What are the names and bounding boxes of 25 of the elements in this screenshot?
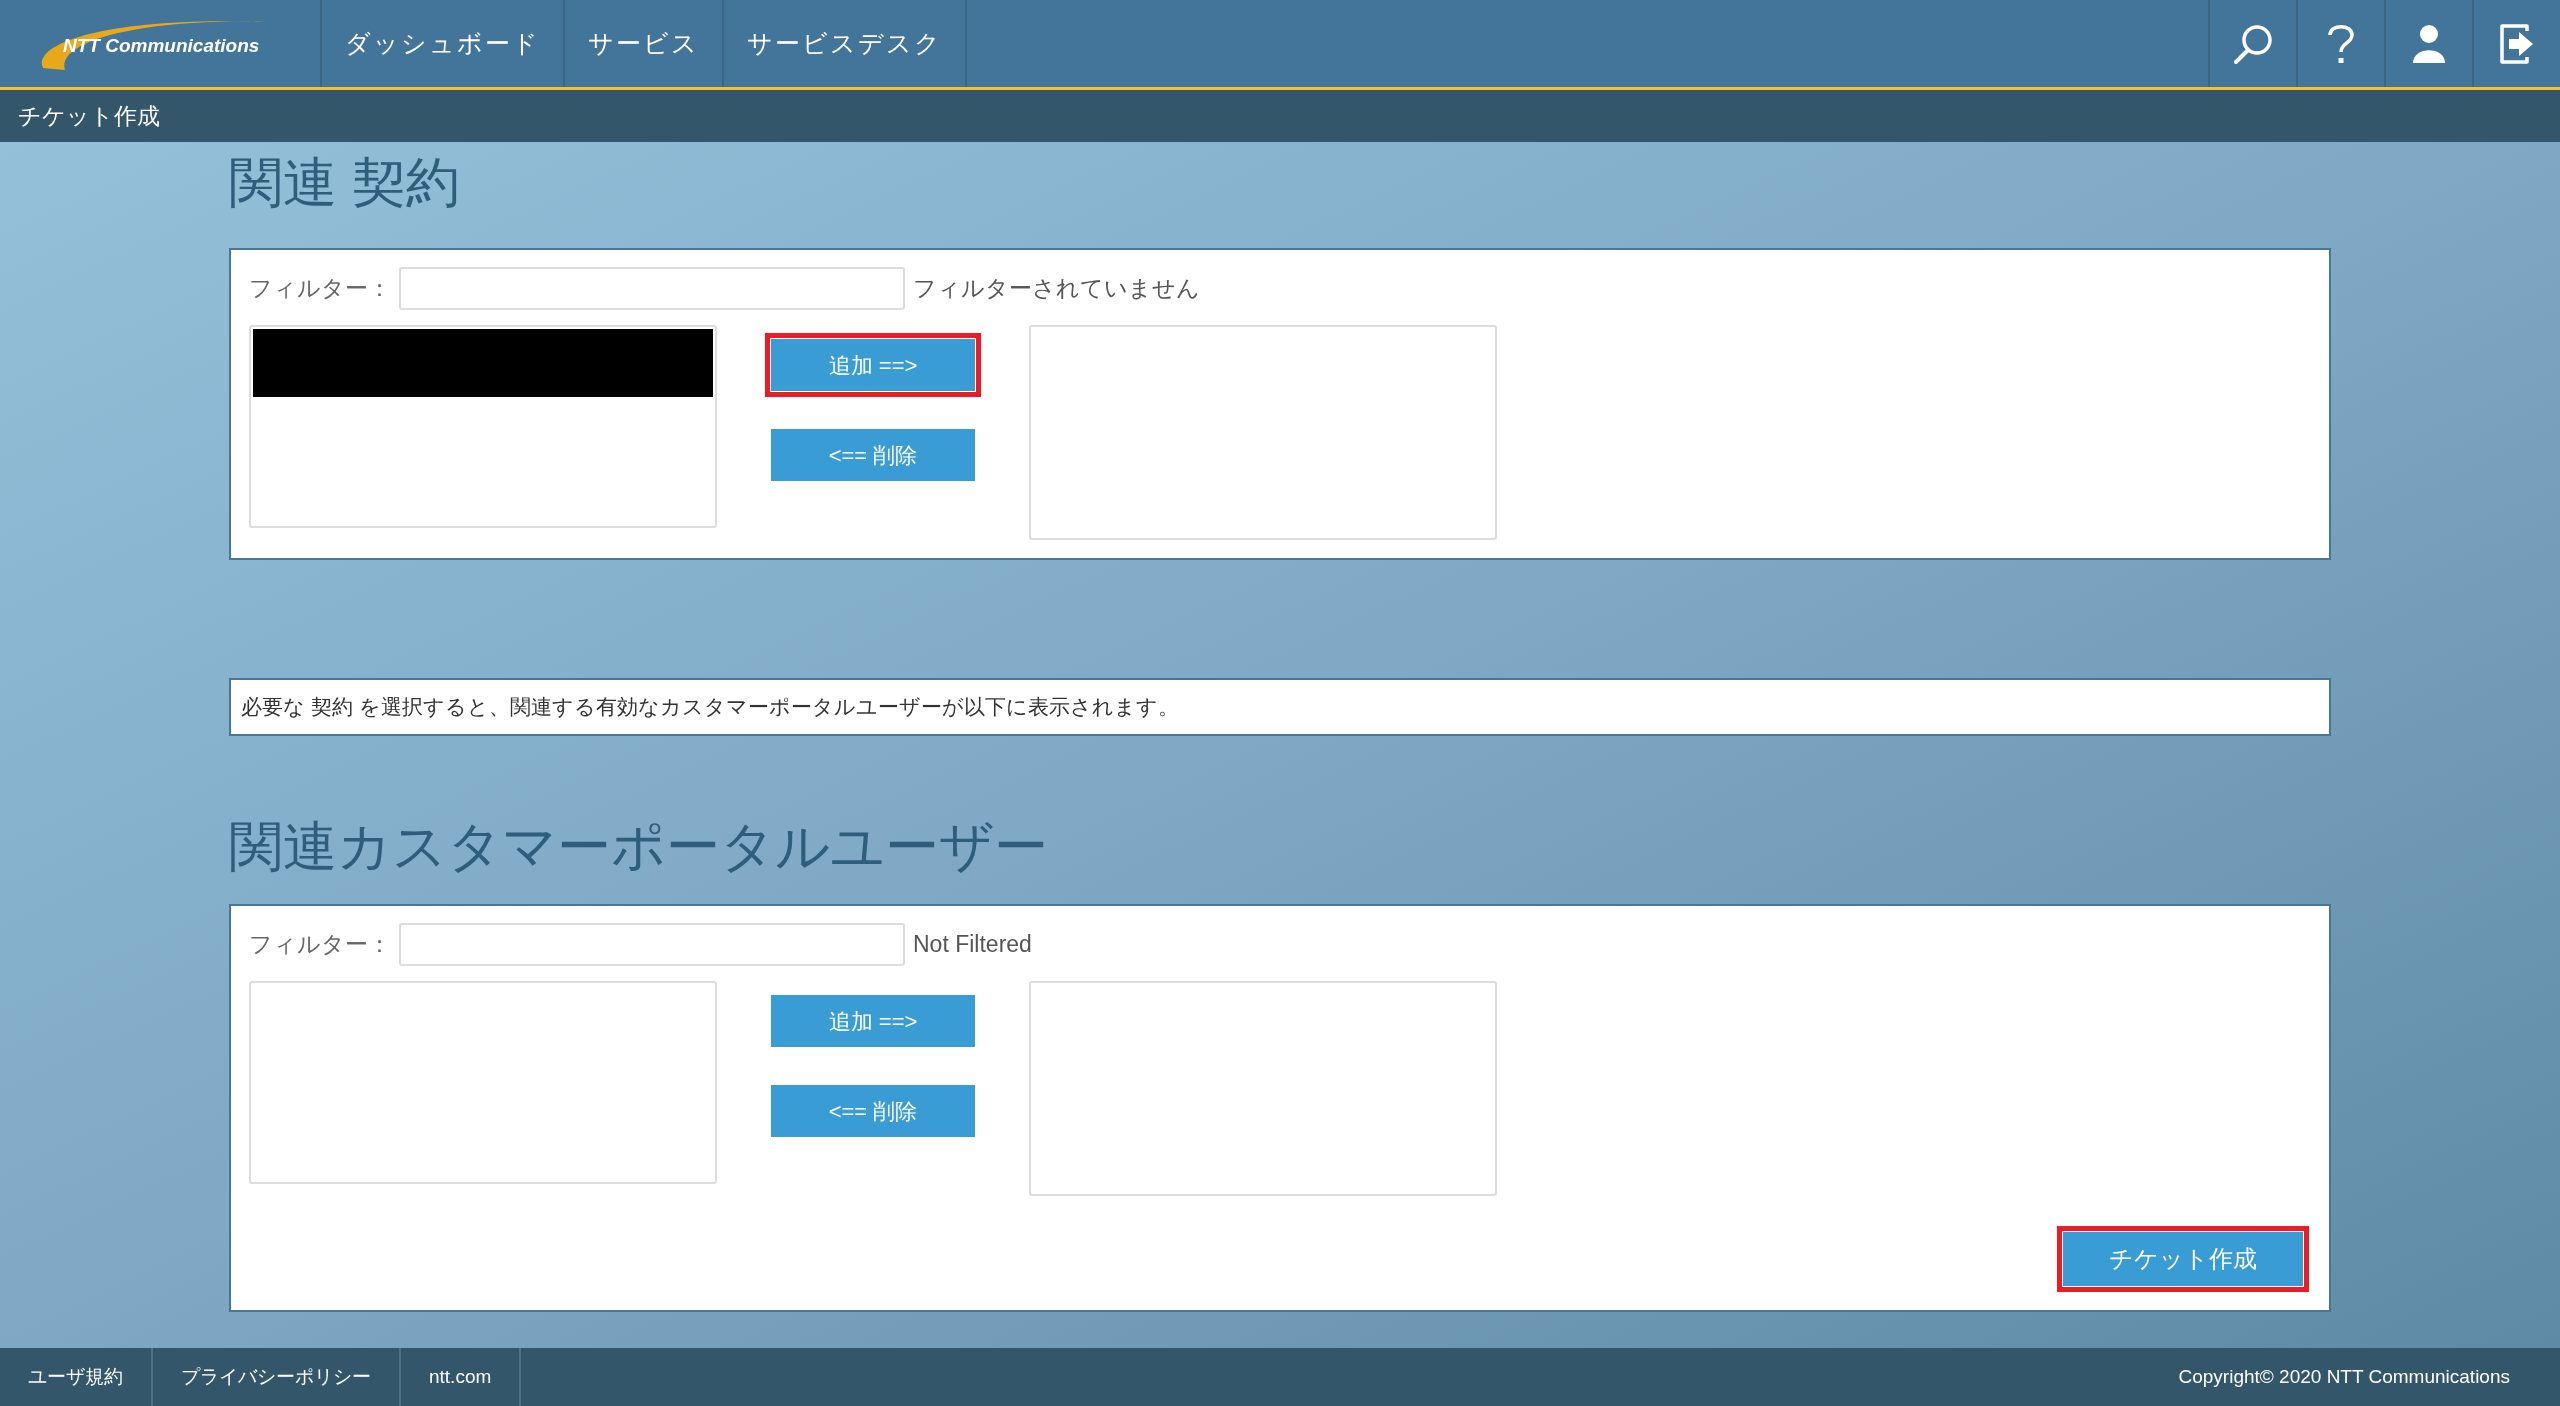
list-box[interactable] [249,325,717,528]
filter-field[interactable] [399,267,905,310]
filter-field[interactable] [399,923,905,966]
user-icon [2412,23,2446,64]
nav-link[interactable]: サービスデスク [724,0,967,87]
filter-status: フィルターされていません [913,274,1200,304]
nav-link[interactable]: サービス [565,0,724,87]
logout-icon [2499,22,2535,65]
remove-button[interactable]: <== 削除 [771,1085,975,1137]
copyright-text: Copyright© 2020 NTT Communications [2178,1364,2511,1389]
page-title: チケット作成 [18,101,160,131]
add-button[interactable]: 追加 ==> [771,995,975,1047]
footer-link[interactable]: ユーザ規約 [0,1348,153,1406]
section-heading: 関連 契約 [229,151,461,214]
add-button[interactable]: 追加 ==> [771,339,975,391]
filter-label: フィルター： [249,274,391,304]
footer-link[interactable]: ntt.com [401,1348,522,1406]
filter-label: フィルター： [249,930,391,960]
filter-status: Not Filtered [913,930,1032,960]
section-heading: 関連カスタマーポータルユーザー [229,815,1049,878]
create-ticket-button[interactable]: チケット作成 [2063,1232,2303,1286]
footer-link[interactable]: プライバシーポリシー [153,1348,401,1406]
nav-link[interactable]: ダッシュボード [322,0,565,87]
info-message: 必要な 契約 を選択すると、関連する有効なカスタマーポータルユーザーが以下に表示されます。 [229,678,2331,736]
remove-button[interactable]: <== 削除 [771,429,975,481]
